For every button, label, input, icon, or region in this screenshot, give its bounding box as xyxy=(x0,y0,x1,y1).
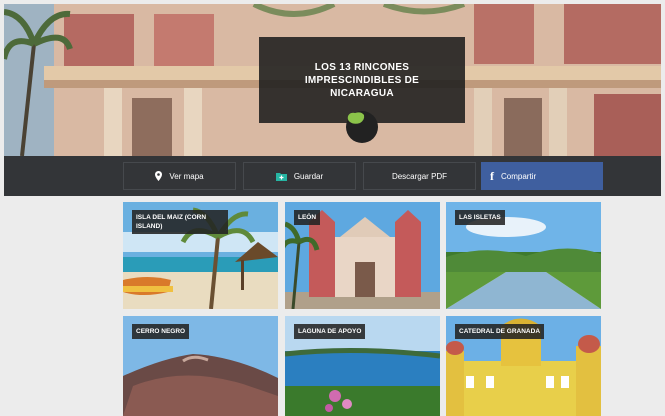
place-label: CATEDRAL DE GRANADA xyxy=(455,324,545,339)
place-card-laguna-de-apoyo[interactable]: LAGUNA DE APOYO xyxy=(285,316,440,416)
country-badge xyxy=(346,111,378,143)
action-bar: Ver mapa Guardar Descargar PDF f Compart… xyxy=(4,156,661,196)
page-title: LOS 13 RINCONES IMPRESCINDIBLES DE NICAR… xyxy=(304,61,420,99)
place-label: LEÓN xyxy=(294,210,321,225)
place-label: ISLA DEL MAIZ (CORN ISLAND) xyxy=(132,210,228,234)
location-pin-icon xyxy=(155,171,163,181)
view-map-button[interactable]: Ver mapa xyxy=(123,162,236,190)
place-card-leon[interactable]: LEÓN xyxy=(285,202,440,309)
download-pdf-button[interactable]: Descargar PDF xyxy=(363,162,476,190)
nicaragua-map-icon xyxy=(347,112,365,124)
save-button[interactable]: Guardar xyxy=(243,162,356,190)
download-pdf-label: Descargar PDF xyxy=(391,171,448,181)
place-card-catedral-de-granada[interactable]: CATEDRAL DE GRANADA xyxy=(446,316,601,416)
place-card-cerro-negro[interactable]: CERRO NEGRO xyxy=(123,316,278,416)
page: LOS 13 RINCONES IMPRESCINDIBLES DE NICAR… xyxy=(4,4,661,416)
place-card-isla-del-maiz[interactable]: ISLA DEL MAIZ (CORN ISLAND) xyxy=(123,202,278,309)
hero-banner: LOS 13 RINCONES IMPRESCINDIBLES DE NICAR… xyxy=(4,4,661,156)
share-button[interactable]: f Compartir xyxy=(481,162,603,190)
place-label: LAGUNA DE APOYO xyxy=(294,324,366,339)
folder-plus-icon xyxy=(275,172,287,181)
view-map-label: Ver mapa xyxy=(169,171,204,181)
place-label: CERRO NEGRO xyxy=(132,324,190,339)
save-label: Guardar xyxy=(293,171,324,181)
share-label: Compartir xyxy=(501,171,537,181)
place-label: LAS ISLETAS xyxy=(455,210,505,225)
facebook-icon: f xyxy=(490,168,494,183)
place-card-las-isletas[interactable]: LAS ISLETAS xyxy=(446,202,601,309)
